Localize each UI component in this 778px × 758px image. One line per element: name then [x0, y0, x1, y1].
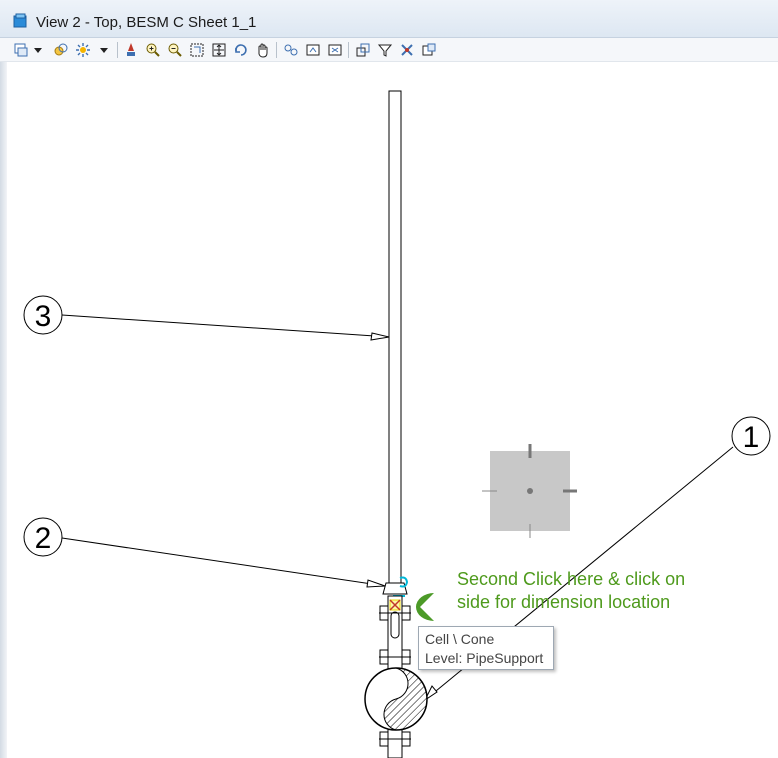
pipe-section [364, 667, 428, 731]
title-bar[interactable]: View 2 - Top, BESM C Sheet 1_1 [0, 0, 778, 38]
drawing-cursor [482, 444, 577, 538]
display-style-icon[interactable] [74, 41, 92, 59]
levels-icon[interactable] [52, 41, 70, 59]
zoom-out-icon[interactable] [166, 41, 184, 59]
snap-point-marker [389, 599, 401, 611]
section-icon[interactable] [420, 41, 438, 59]
copy-view-icon[interactable] [326, 41, 344, 59]
drawing-svg: 3 2 1 [23, 90, 771, 758]
dropdown-icon[interactable] [98, 41, 110, 59]
callout-3-label: 3 [35, 300, 52, 333]
pan-view-icon[interactable] [254, 41, 272, 59]
element-tooltip: Cell \ Cone Level: PipeSupport [418, 626, 554, 670]
update-view-icon[interactable] [122, 41, 140, 59]
instruction-line-1: Second Click here & click on [457, 569, 686, 589]
callout-1-label: 1 [743, 421, 760, 454]
view-toolbar [0, 38, 778, 62]
tooltip-element-type: Cell \ Cone [425, 631, 495, 647]
toolbar-separator [117, 42, 118, 58]
toolbar-separator [276, 42, 277, 58]
step-badge [416, 593, 452, 621]
view-window: View 2 - Top, BESM C Sheet 1_1 3 2 1 Sec… [0, 0, 778, 758]
instruction-line-2: side for dimension location [457, 592, 671, 612]
window-title: View 2 - Top, BESM C Sheet 1_1 [36, 14, 257, 31]
zoom-in-icon[interactable] [144, 41, 162, 59]
view-window-icon [13, 13, 27, 28]
drawing-canvas[interactable]: 3 2 1 [0, 62, 778, 758]
clip-mask-icon[interactable] [376, 41, 394, 59]
toolbar-separator [348, 42, 349, 58]
instruction-text: Second Click here & click on side for di… [457, 568, 757, 614]
fit-view-icon[interactable] [210, 41, 228, 59]
callout-2-label: 2 [35, 522, 52, 555]
rotate-view-icon[interactable] [232, 41, 250, 59]
clip-volume-icon[interactable] [354, 41, 372, 59]
callout-2: 2 [23, 517, 386, 588]
vertical-rod [388, 90, 402, 584]
view-filter-icon[interactable] [398, 41, 416, 59]
view-attributes-icon[interactable] [12, 41, 30, 59]
tooltip-level: Level: PipeSupport [425, 650, 544, 666]
window-area-icon[interactable] [188, 41, 206, 59]
callout-3: 3 [23, 295, 390, 341]
view-previous-icon[interactable] [282, 41, 300, 59]
dropdown-icon[interactable] [32, 41, 44, 59]
view-next-icon[interactable] [304, 41, 322, 59]
